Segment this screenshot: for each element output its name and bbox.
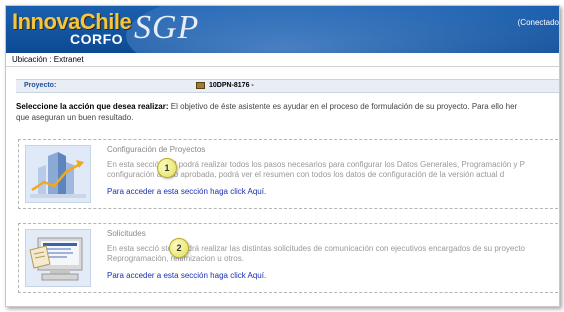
section-access-link[interactable]: Para acceder a esta sección haga click A… (107, 187, 266, 196)
app-logo: SGP (134, 9, 200, 46)
section-configuracion: Configuración de Proyectos En esta secci… (18, 139, 559, 209)
breadcrumb: Ubicación : Extranet (6, 53, 559, 67)
brand-logo-subtitle: CORFO (70, 31, 124, 47)
computer-document-icon (25, 229, 91, 287)
intro-body: El objetivo de éste asistente es ayudar … (168, 102, 518, 111)
briefcase-icon (196, 82, 205, 89)
app-window: InnovaChile CORFO SGP (Conectado Ubicaci… (5, 5, 560, 307)
section-title: Solicitudes (107, 229, 146, 238)
connection-status: (Conectado (517, 18, 559, 27)
section-access-link[interactable]: Para acceder a esta sección haga click A… (107, 271, 266, 280)
project-label: Proyecto: (24, 82, 57, 89)
project-bar: Proyecto: 10DPN-8176 - (16, 79, 559, 93)
callout-badge: 2 (169, 238, 189, 258)
section-title: Configuración de Proyectos (107, 145, 206, 154)
section-solicitudes: Solicitudes En esta secció sted podrá re… (18, 223, 559, 293)
callout-badge: 1 (157, 158, 177, 178)
intro-text: Seleccione la acción que desea realizar:… (16, 101, 559, 123)
project-code: 10DPN-8176 - (209, 82, 254, 89)
header-banner: InnovaChile CORFO SGP (Conectado (6, 6, 559, 53)
buildings-chart-icon (25, 145, 91, 203)
intro-heading: Seleccione la acción que desea realizar: (16, 102, 169, 111)
intro-body-line2: que aseguran un buen resultado. (16, 113, 134, 122)
